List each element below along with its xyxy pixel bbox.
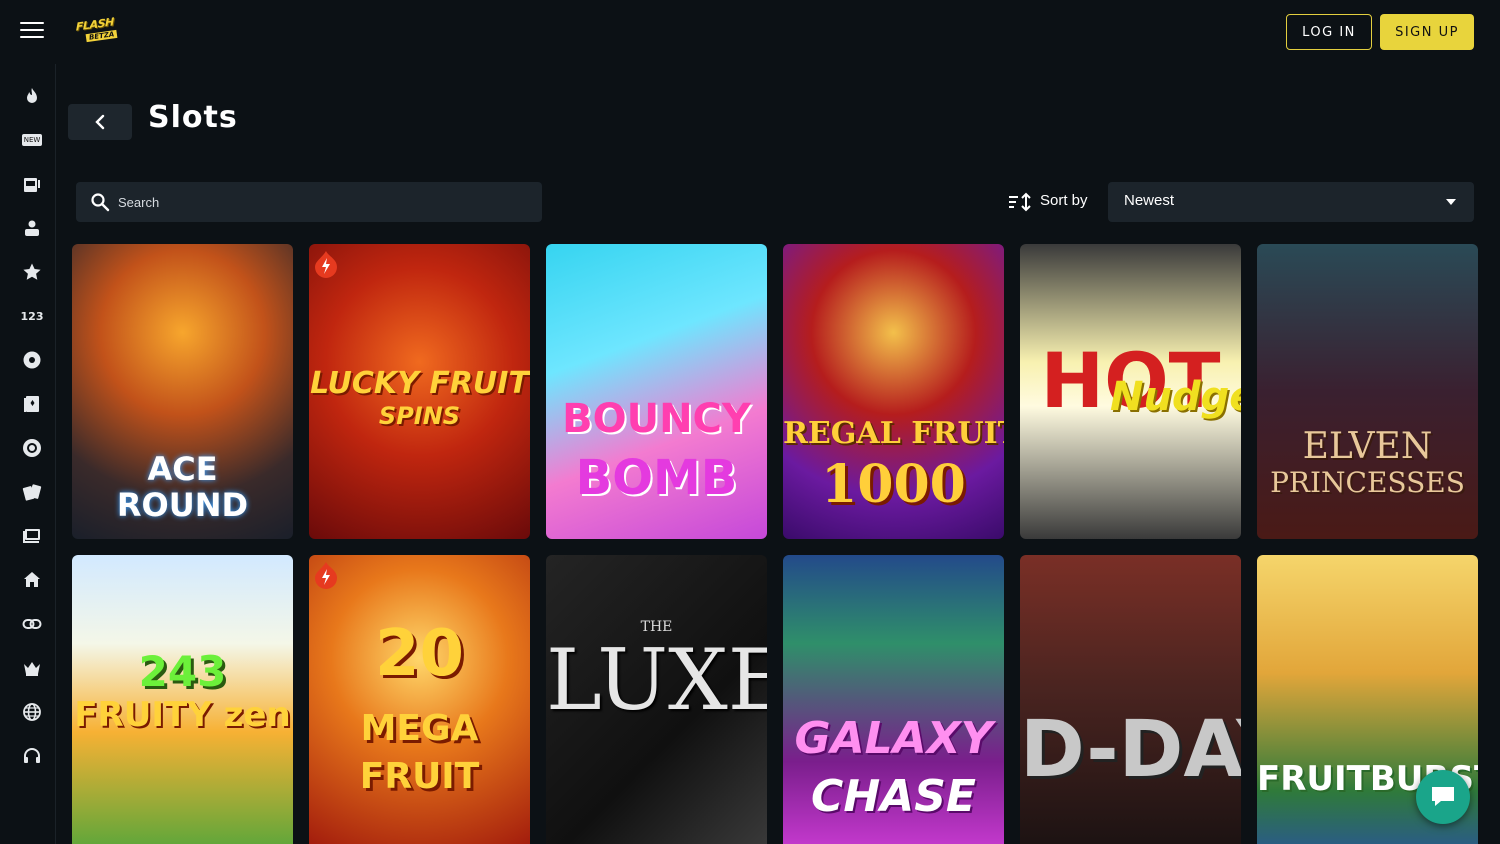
game-title-line1: 243 <box>138 647 227 696</box>
hot-flame-badge-icon <box>315 562 337 589</box>
slot-machine-icon[interactable] <box>16 168 48 200</box>
game-title-line1: D-DAY <box>1020 705 1241 795</box>
signup-button[interactable]: SIGN UP <box>1380 14 1474 50</box>
roulette-icon[interactable] <box>16 344 48 376</box>
star-icon[interactable] <box>16 256 48 288</box>
game-title-line1: 20 <box>374 617 465 691</box>
chevron-left-icon <box>95 114 105 130</box>
sort-selected-value: Newest <box>1124 192 1175 209</box>
game-title-line2: SPINS <box>378 402 461 430</box>
globe-icon[interactable] <box>16 696 48 728</box>
game-tile[interactable]: ACE ROUND <box>72 244 293 539</box>
hot-flame-badge-icon <box>315 251 337 278</box>
game-artwork <box>1020 555 1241 844</box>
tv-game-icon[interactable] <box>16 520 48 552</box>
search-input[interactable] <box>118 182 528 222</box>
game-title-line2: PRINCESSES <box>1270 466 1465 499</box>
game-title-line2: MEGA FRUIT <box>359 708 480 797</box>
game-title-line1: LUCKY FRUIT <box>310 366 529 401</box>
search-icon <box>91 193 110 212</box>
game-title-line1: REGAL FRUIT <box>783 416 1004 451</box>
game-tile[interactable]: GALAXY CHASE <box>783 555 1004 844</box>
sort-dropdown[interactable]: Newest <box>1108 182 1474 222</box>
game-tile[interactable]: THE LUXE <box>546 555 767 844</box>
game-tile[interactable]: BOUNCY BOMB <box>546 244 767 539</box>
game-tile[interactable]: REGAL FRUIT 1000 <box>783 244 1004 539</box>
logo-subword: BETZA <box>85 29 118 43</box>
chat-icon <box>1432 787 1454 806</box>
game-title-line2: ROUND <box>116 486 249 524</box>
top-bar: FLASH BETZA LOG IN SIGN UP <box>0 0 1500 64</box>
poker-chip-icon[interactable] <box>16 432 48 464</box>
game-tile[interactable]: HOT Nudge <box>1020 244 1241 539</box>
game-title-line2: LUXE <box>546 631 767 729</box>
headset-icon[interactable] <box>16 740 48 772</box>
fire-icon[interactable] <box>16 80 48 112</box>
game-title-line2: FRUITY zen <box>74 695 291 735</box>
live-dealer-icon[interactable] <box>16 212 48 244</box>
page-title: Slots <box>148 100 238 135</box>
game-title-line1: BOUNCY <box>562 396 751 442</box>
game-title-line1: GALAXY <box>794 713 993 764</box>
hamburger-menu-icon[interactable] <box>20 22 44 42</box>
sort-label: Sort by <box>1040 192 1088 209</box>
game-title-line2: CHASE <box>811 771 976 822</box>
home-icon[interactable] <box>16 564 48 596</box>
sort-icon <box>1009 192 1031 212</box>
live-chat-button[interactable] <box>1416 770 1470 824</box>
game-title-line2: 1000 <box>821 454 966 515</box>
crown-icon[interactable] <box>16 652 48 684</box>
numbers-icon[interactable]: 123 <box>16 300 48 332</box>
game-title-line1: ACE <box>147 450 218 488</box>
caret-down-icon <box>1446 199 1456 205</box>
playing-cards-icon[interactable] <box>16 476 48 508</box>
new-badge-icon[interactable]: NEW <box>16 124 48 156</box>
link-icon[interactable] <box>16 608 48 640</box>
search-box <box>76 182 542 222</box>
game-tile[interactable]: LUCKY FRUIT SPINS <box>309 244 530 539</box>
cards-book-icon[interactable] <box>16 388 48 420</box>
game-tile[interactable]: 20 MEGA FRUIT <box>309 555 530 844</box>
back-button[interactable] <box>68 104 132 140</box>
brand-logo[interactable]: FLASH BETZA <box>76 15 122 46</box>
game-title-line1: ELVEN <box>1302 426 1433 467</box>
game-title-line2: BOMB <box>575 450 738 506</box>
game-tile[interactable]: ELVEN PRINCESSES <box>1257 244 1478 539</box>
game-title-line2: Nudge <box>1110 374 1241 420</box>
game-tile[interactable]: D-DAY <box>1020 555 1241 844</box>
game-tile[interactable]: 243 FRUITY zen <box>72 555 293 844</box>
sidebar: NEW 123 <box>0 64 56 844</box>
numbers-text: 123 <box>20 309 44 323</box>
new-badge-text: NEW <box>21 134 43 146</box>
login-button[interactable]: LOG IN <box>1286 14 1372 50</box>
